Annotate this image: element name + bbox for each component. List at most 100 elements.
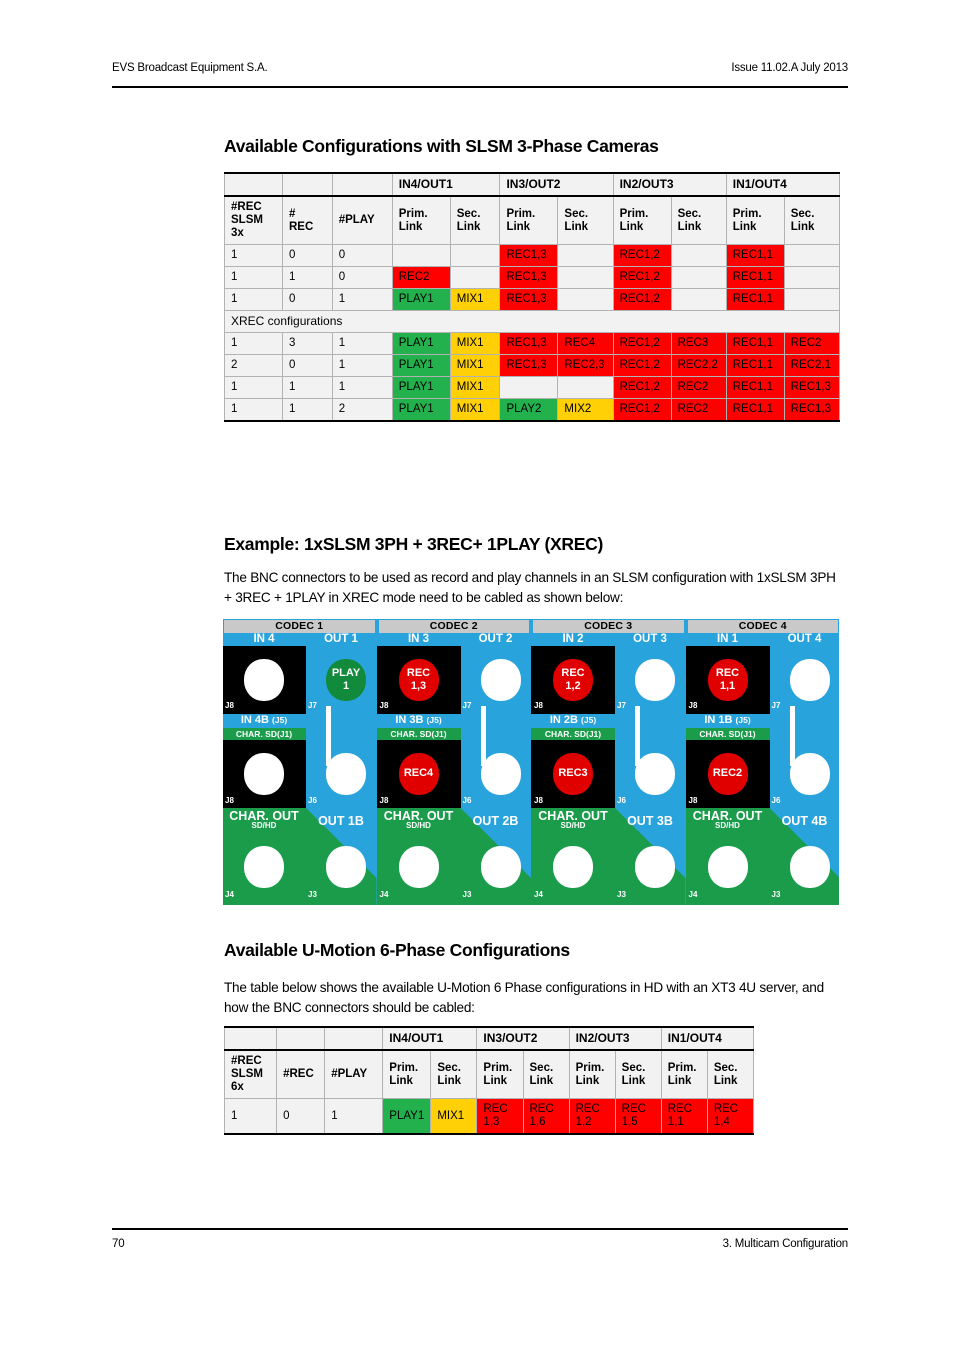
- aux-bnc-connector[interactable]: [480, 846, 521, 888]
- subheader-line2: Link: [506, 220, 531, 233]
- table-cell: REC 1,6: [522, 1098, 570, 1135]
- in-b-bnc-connector[interactable]: [707, 753, 748, 795]
- table-cell: 1: [331, 332, 393, 355]
- pin-tag-j4: J4: [379, 890, 389, 899]
- char-sd-pin: (J1): [585, 729, 602, 739]
- subheader-line2: Link: [529, 1074, 554, 1087]
- subheader-line2: SLSM: [231, 1068, 263, 1080]
- in-bnc-connector[interactable]: [244, 659, 284, 701]
- table-cell: 1: [281, 376, 333, 399]
- in-bnc-connector[interactable]: [553, 659, 593, 701]
- table-cell: REC1,3: [499, 288, 559, 311]
- table-cell: REC1,3: [499, 354, 559, 377]
- table-cell: 1: [224, 266, 283, 289]
- table-cell: [557, 288, 614, 311]
- table-cell: REC2: [670, 376, 727, 399]
- aux-bnc-connector[interactable]: [789, 846, 830, 888]
- table-cell: REC1,2: [612, 288, 672, 311]
- in-bnc-connector[interactable]: [398, 659, 439, 701]
- pin-tag-j8-top: J8: [225, 701, 234, 710]
- in-bnc-connector[interactable]: [707, 659, 748, 701]
- table-cell: REC2,3: [557, 354, 614, 377]
- table-cell: REC1,1: [725, 244, 785, 267]
- table-body: 1 0 0 REC1,3 REC1,2 REC1,1 1 1 0 REC2 REC1,3 REC1,2…: [224, 244, 841, 422]
- codec-title-bar: CODEC 1: [224, 620, 375, 633]
- char-sd-name: CHAR. SD: [699, 729, 741, 739]
- out-bnc-connector[interactable]: [480, 659, 521, 701]
- char-out-bnc-connector[interactable]: [707, 846, 748, 888]
- table-cell: 1: [224, 244, 283, 267]
- pin-tag-j4: J4: [225, 890, 234, 899]
- group-header-blank-2: [281, 172, 333, 197]
- table-cell: MIX1: [449, 288, 501, 311]
- in-b-bnc-connector[interactable]: [553, 753, 593, 795]
- codec-panel-2: CODEC 2 IN 3 OUT 2 IN 3B (J5) CHAR. SD(J1)…: [376, 618, 531, 906]
- footer-chapter: 3. Multicam Configuration: [722, 1238, 849, 1250]
- out-bnc-connector[interactable]: [789, 659, 830, 701]
- subheader-line2: Link: [732, 220, 757, 233]
- subheader-line1: Sec.: [713, 1061, 738, 1074]
- table-cell: REC1,1: [725, 376, 785, 399]
- table-cell: 1: [324, 1098, 384, 1135]
- table-cell: REC1,3: [499, 332, 559, 355]
- output-b-label: OUT 4B: [781, 814, 828, 828]
- bnc-connector-panel-diagram: CODEC 1 IN 4 OUT 1 IN 4B (J5) CHAR. SD(J1)…: [222, 618, 840, 906]
- cable-connection: [326, 706, 331, 766]
- subheader-line1: Prim.: [575, 1061, 605, 1074]
- table-cell: 1: [281, 266, 333, 289]
- aux-bnc-connector[interactable]: [635, 846, 675, 888]
- in-b-bnc-connector[interactable]: [244, 753, 284, 795]
- char-out-bnc-connector[interactable]: [553, 846, 593, 888]
- out-bnc-connector[interactable]: [635, 659, 675, 701]
- table-cell: REC1,2: [612, 266, 672, 289]
- input-label: IN 4: [253, 633, 275, 645]
- subheader-line1: Sec.: [437, 1061, 462, 1074]
- cable-connection: [789, 706, 795, 766]
- subheader-line3: 3x: [231, 227, 244, 239]
- in-b-bnc-connector[interactable]: [398, 753, 439, 795]
- subheader-sec-link-2: Sec. Link: [522, 1049, 570, 1099]
- out-b-bnc-connector[interactable]: [635, 753, 675, 795]
- table-cell: [557, 266, 614, 289]
- char-sd-name: CHAR. SD: [235, 729, 277, 739]
- input-label: IN 3: [407, 633, 430, 645]
- out-b-bnc-connector[interactable]: [326, 753, 366, 795]
- char-out-bnc-connector[interactable]: [244, 846, 284, 888]
- subheader-line2: Link: [437, 1074, 461, 1087]
- footer-rule: [112, 1228, 848, 1230]
- table-cell: 1: [223, 1098, 278, 1135]
- umotion-description-paragraph: The table below shows the available U-Mo…: [224, 980, 824, 1015]
- input-label: IN 1: [716, 633, 739, 645]
- out-b-bnc-connector[interactable]: [480, 753, 521, 795]
- table-cell: 0: [281, 244, 333, 267]
- table-cell: PLAY1: [391, 354, 451, 377]
- subheader-line1: Prim.: [506, 207, 536, 220]
- header-issue: Issue 11.02.A July 2013: [731, 62, 848, 74]
- char-out-bnc-connector[interactable]: [398, 846, 439, 888]
- page-title-example-xrec: Example: 1xSLSM 3PH + 3REC+ 1PLAY (XREC): [224, 534, 603, 554]
- subheader-prim-link-3: Prim. Link: [568, 1049, 616, 1099]
- input-b-name: IN 2B: [549, 714, 578, 726]
- group-header-in2out3: IN2/OUT3: [612, 172, 727, 197]
- codec-title-bar: CODEC 4: [687, 620, 838, 633]
- table-cell: REC1,2: [612, 332, 672, 355]
- table-cell: REC1,1: [725, 398, 785, 422]
- group-header-in3out2: IN3/OUT2: [499, 172, 614, 197]
- subheader-line1: Sec.: [677, 207, 702, 220]
- out-bnc-connector[interactable]: [326, 659, 366, 701]
- group-header-in2out3: IN2/OUT3: [568, 1026, 662, 1051]
- input-b-pin: (J5): [581, 715, 597, 725]
- subheader-line2: REC: [288, 220, 314, 233]
- table-row: 1 0 1 PLAY1 MIX1 REC 1,3 REC 1,6 REC 1,2 REC 1,5…: [223, 1098, 755, 1135]
- table-cell: [670, 266, 727, 289]
- subheader-line1: Sec.: [456, 207, 481, 220]
- table-body: 1 0 1 PLAY1 MIX1 REC 1,3 REC 1,6 REC 1,2 REC 1,5…: [223, 1098, 755, 1135]
- table-cell: REC1,3: [499, 244, 559, 267]
- subheader-line1: #REC: [283, 1068, 314, 1080]
- table-cell: 2: [224, 354, 283, 377]
- char-sd-pin: (J1): [431, 729, 447, 739]
- aux-bnc-connector[interactable]: [326, 846, 366, 888]
- page-footer: 70 3. Multicam Configuration: [112, 1238, 848, 1250]
- out-b-bnc-connector[interactable]: [789, 753, 830, 795]
- subheader-line1: Prim.: [667, 1061, 697, 1074]
